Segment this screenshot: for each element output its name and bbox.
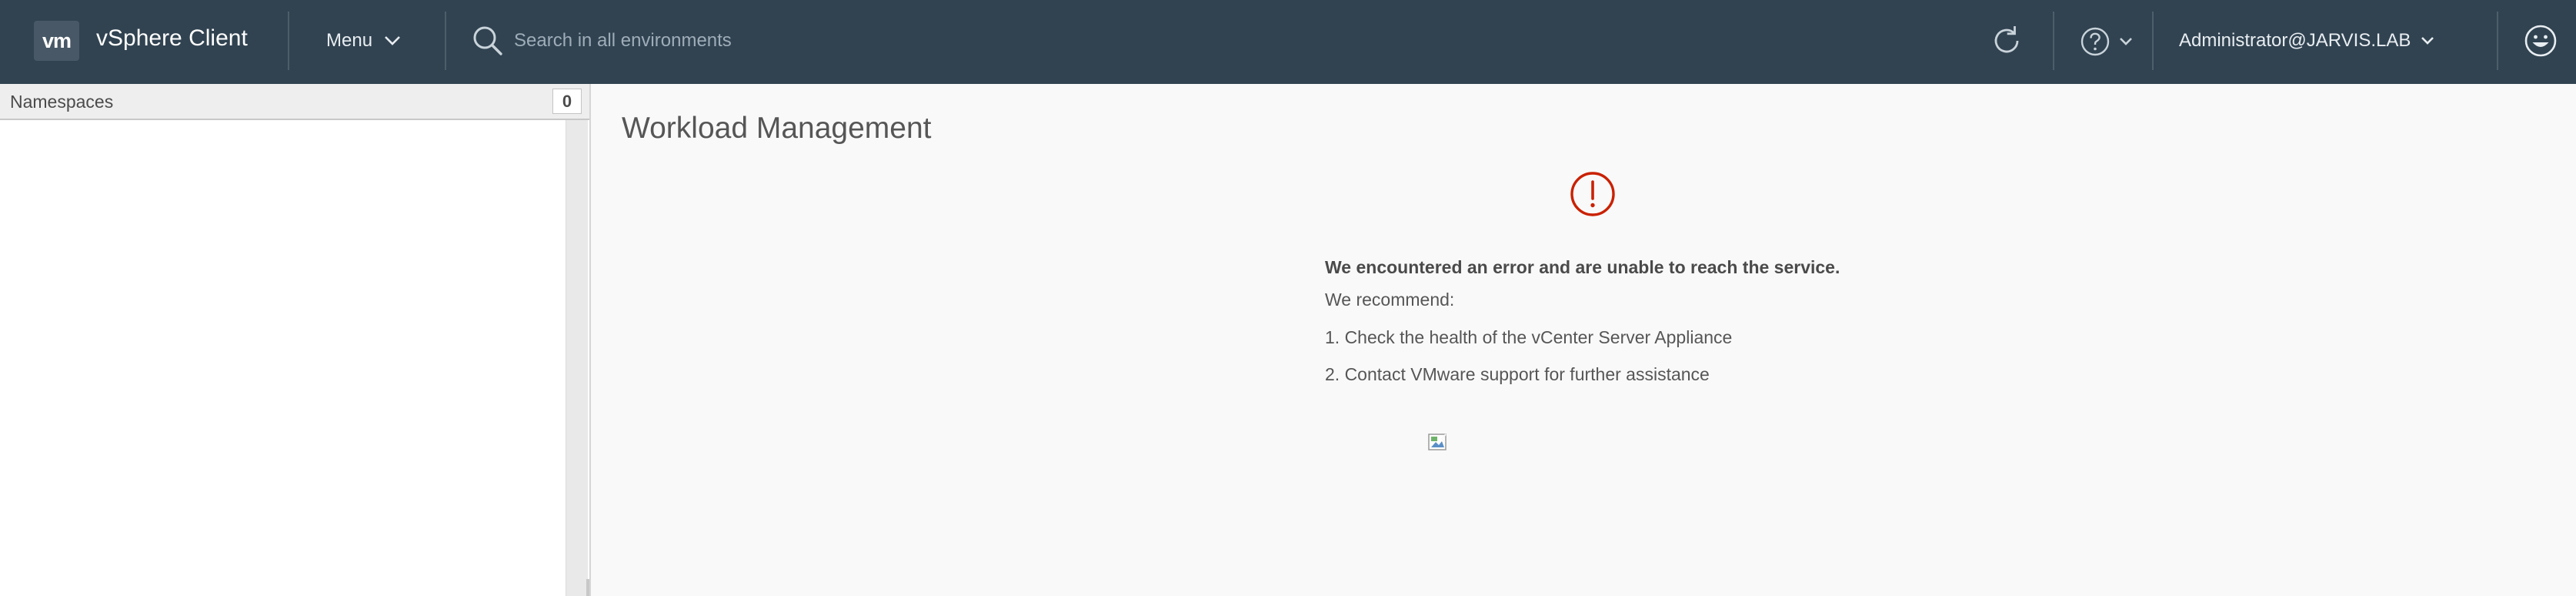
namespaces-panel: Namespaces 0: [0, 84, 591, 596]
search-input[interactable]: [514, 25, 945, 56]
panel-resize-handle[interactable]: [586, 579, 589, 596]
user-menu-button[interactable]: Administrator@JARVIS.LAB: [2179, 25, 2435, 56]
chevron-down-icon: [2120, 38, 2132, 45]
header-divider: [2053, 12, 2054, 70]
header-divider: [445, 12, 446, 70]
vertical-scrollbar[interactable]: [566, 120, 588, 596]
chevron-down-icon: [385, 36, 400, 45]
recommend-label: We recommend:: [1325, 290, 1455, 310]
user-name: Administrator@JARVIS.LAB: [2179, 30, 2411, 51]
header-divider: [288, 12, 289, 70]
page-title: Workload Management: [622, 112, 932, 145]
menu-button-label: Menu: [326, 30, 373, 51]
help-button[interactable]: [2080, 26, 2134, 57]
error-heading: We encountered an error and are unable t…: [1325, 257, 1840, 277]
namespaces-count-badge: 0: [552, 89, 582, 114]
header-divider: [2152, 12, 2154, 70]
chevron-down-icon: [2421, 37, 2434, 45]
recommendation-step-1: 1. Check the health of the vCenter Serve…: [1325, 327, 1733, 347]
vmware-logo[interactable]: vm: [34, 21, 79, 61]
namespaces-title: Namespaces: [10, 92, 114, 112]
menu-button[interactable]: Menu: [326, 25, 402, 56]
namespaces-panel-header: Namespaces 0: [0, 84, 589, 120]
search-icon: [473, 26, 502, 55]
main-content: Workload Management We encountered an er…: [592, 84, 2576, 596]
refresh-icon[interactable]: [1990, 24, 2024, 58]
broken-image-icon: [1428, 434, 1446, 450]
recommendation-step-2: 2. Contact VMware support for further as…: [1325, 364, 1710, 384]
top-header: vm vSphere Client Menu Administrator@JAR…: [0, 0, 2576, 84]
error-icon: [1570, 172, 1615, 216]
help-icon: [2080, 27, 2110, 56]
header-divider: [2497, 12, 2498, 70]
smiley-icon[interactable]: [2524, 24, 2558, 58]
app-title[interactable]: vSphere Client: [96, 25, 248, 52]
